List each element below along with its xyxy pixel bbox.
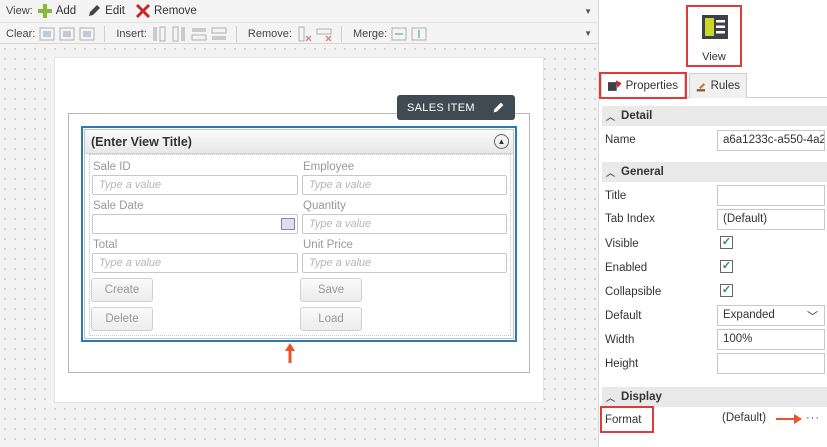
visible-checkbox[interactable]: ✓ <box>720 236 733 249</box>
pencil-icon <box>89 5 101 16</box>
remove-layout-label: Remove: <box>247 27 292 40</box>
unit-price-label: Unit Price <box>303 239 353 251</box>
toolbar-divider <box>104 25 106 42</box>
section-general-header[interactable]: ︿ General <box>602 162 827 182</box>
total-label: Total <box>93 239 118 251</box>
add-button[interactable]: Add <box>37 3 76 19</box>
width-property-label: Width <box>605 334 635 346</box>
section-display-label: Display <box>621 391 662 403</box>
collapsible-property-label: Collapsible <box>605 286 662 298</box>
view-title[interactable]: (Enter View Title) <box>85 130 513 154</box>
default-state-select[interactable]: Expanded ﹀ <box>717 305 825 326</box>
chevron-down-icon: ﹀ <box>807 311 818 323</box>
merge-label: Merge: <box>352 27 388 40</box>
toolbar-row-layout: Clear: Insert: Remove: Merge: ▼ <box>0 22 598 44</box>
format-ellipsis-button[interactable]: ··· <box>806 412 820 424</box>
name-property-label: Name <box>605 134 636 146</box>
insert-column-right-icon[interactable] <box>171 26 187 42</box>
toolbar-divider <box>235 25 237 42</box>
employee-label: Employee <box>303 161 355 173</box>
edit-button-label: Edit <box>105 5 125 17</box>
load-button[interactable]: Load <box>300 307 362 331</box>
toolbar-row-view: View: Add Edit Remove ▼ <box>0 0 598 22</box>
merge-cells-down-icon[interactable] <box>411 26 427 42</box>
arrow-up-icon <box>285 343 295 363</box>
visible-property-label: Visible <box>605 238 639 250</box>
chevron-up-icon: ︿ <box>606 392 616 403</box>
check-icon: ✓ <box>721 284 732 296</box>
insert-row-above-icon[interactable] <box>191 26 207 42</box>
sale-id-label: Sale ID <box>93 161 131 173</box>
format-value: (Default) <box>722 412 767 424</box>
enabled-property-label: Enabled <box>605 262 648 274</box>
chevron-up-icon: ︿ <box>606 111 616 122</box>
section-display-header[interactable]: ︿ Display <box>602 387 827 407</box>
insert-column-left-icon[interactable] <box>151 26 167 42</box>
sale-date-label: Sale Date <box>93 200 144 212</box>
delete-button[interactable]: Delete <box>91 307 153 331</box>
save-button[interactable]: Save <box>300 278 362 302</box>
format-label-highlight <box>600 406 654 433</box>
total-input[interactable]: Type a value <box>92 253 298 273</box>
unit-price-input[interactable]: Type a value <box>302 253 507 273</box>
toolbar-divider <box>340 25 342 42</box>
clear-row-icon[interactable] <box>59 26 75 42</box>
tab-index-property-input[interactable]: (Default) <box>717 209 825 230</box>
clear-label: Clear: <box>6 27 36 40</box>
remove-column-icon[interactable] <box>296 26 312 42</box>
remove-row-icon[interactable] <box>316 26 332 42</box>
enabled-checkbox[interactable]: ✓ <box>720 260 733 273</box>
insert-label: Insert: <box>116 27 147 40</box>
calendar-icon[interactable] <box>281 218 295 230</box>
merge-cells-left-icon[interactable] <box>391 26 407 42</box>
clear-all-icon[interactable] <box>79 26 95 42</box>
tab-index-property-label: Tab Index <box>605 213 655 225</box>
quantity-label: Quantity <box>303 200 346 212</box>
chevron-up-icon: ︿ <box>606 167 616 178</box>
create-button[interactable]: Create <box>91 278 153 302</box>
properties-tab-highlight <box>599 72 687 99</box>
arrow-right-icon <box>776 414 802 424</box>
collapsible-checkbox[interactable]: ✓ <box>720 284 733 297</box>
close-icon <box>135 3 151 19</box>
width-property-input[interactable]: 100% <box>717 329 825 350</box>
view-name-badge-label: SALES ITEM <box>407 101 475 114</box>
height-property-label: Height <box>605 358 639 370</box>
sale-id-input[interactable]: Type a value <box>92 175 298 195</box>
view-label: View: <box>6 5 33 17</box>
clear-cell-icon[interactable] <box>39 26 55 42</box>
remove-button[interactable]: Remove <box>135 3 197 19</box>
designer-toolbar: View: Add Edit Remove ▼ Clear: Insert: R… <box>0 0 598 44</box>
title-property-input[interactable] <box>717 185 825 206</box>
check-icon: ✓ <box>721 236 732 248</box>
insert-row-below-icon[interactable] <box>211 26 227 42</box>
add-button-label: Add <box>55 5 77 17</box>
check-icon: ✓ <box>721 260 732 272</box>
height-property-input[interactable] <box>717 353 825 374</box>
toolbar-row-collapse-icon[interactable]: ▼ <box>584 29 592 38</box>
remove-button-label: Remove <box>154 5 197 17</box>
employee-input[interactable]: Type a value <box>302 175 507 195</box>
sale-date-input[interactable] <box>92 214 298 234</box>
plus-icon <box>37 4 52 18</box>
tab-rules[interactable]: Rules <box>689 73 747 98</box>
view-tile-label: View <box>702 51 726 63</box>
default-state-value: Expanded <box>723 309 775 321</box>
section-general-label: General <box>621 166 664 178</box>
default-property-label: Default <box>605 310 642 322</box>
name-property-input[interactable]: a6a1233c-a550-4a2 <box>717 130 825 151</box>
title-property-label: Title <box>605 190 627 202</box>
toolbar-collapse-icon[interactable]: ▼ <box>584 7 592 16</box>
gavel-icon <box>696 82 706 91</box>
section-detail-label: Detail <box>621 110 653 122</box>
view-object-tile[interactable]: View <box>686 5 742 67</box>
tab-rules-label: Rules <box>710 80 740 92</box>
quantity-input[interactable]: Type a value <box>302 214 507 234</box>
edit-button[interactable]: Edit <box>86 3 125 19</box>
view-name-badge[interactable]: SALES ITEM <box>397 95 515 120</box>
view-icon <box>702 15 728 39</box>
collapse-view-icon[interactable]: ▲ <box>494 134 509 149</box>
section-detail-header[interactable]: ︿ Detail <box>602 106 827 126</box>
pencil-icon[interactable] <box>492 101 505 114</box>
